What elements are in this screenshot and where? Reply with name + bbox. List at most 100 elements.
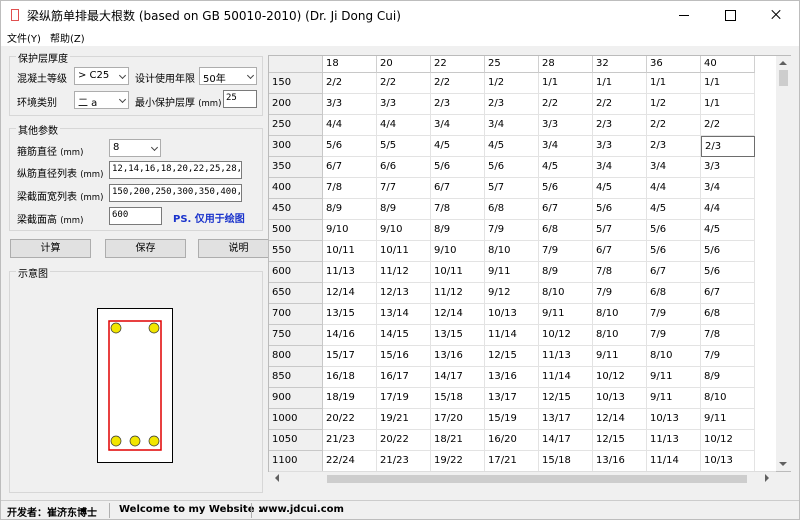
grid-cell[interactable]: 11/12 xyxy=(377,262,431,283)
grid-cell[interactable]: 5/7 xyxy=(593,220,647,241)
grid-cell[interactable]: 8/9 xyxy=(323,199,377,220)
grid-cell[interactable]: 18/21 xyxy=(431,430,485,451)
grid-cell[interactable]: 11/12 xyxy=(431,283,485,304)
grid-cell[interactable]: 6/7 xyxy=(431,178,485,199)
grid-cell[interactable]: 11/14 xyxy=(647,451,701,471)
grid-cell[interactable]: 17/21 xyxy=(485,451,539,471)
grid-cell[interactable]: 5/6 xyxy=(485,157,539,178)
grid-cell[interactable]: 8/9 xyxy=(431,220,485,241)
grid-cell[interactable]: 13/17 xyxy=(485,388,539,409)
grid-cell[interactable]: 10/12 xyxy=(701,430,755,451)
grid-cell[interactable]: 3/3 xyxy=(593,136,647,157)
grid-cell[interactable]: 20/22 xyxy=(377,430,431,451)
grid-cell[interactable]: 6/7 xyxy=(593,241,647,262)
grid-cell[interactable]: 6/7 xyxy=(701,283,755,304)
grid-cell[interactable]: 12/15 xyxy=(539,388,593,409)
grid-cell[interactable]: 9/11 xyxy=(485,262,539,283)
grid-cell[interactable]: 3/3 xyxy=(701,157,755,178)
grid-cell[interactable]: 8/10 xyxy=(485,241,539,262)
grid-cell[interactable]: 11/13 xyxy=(323,262,377,283)
grid-cell[interactable]: 7/9 xyxy=(539,241,593,262)
grid-cell[interactable]: 3/4 xyxy=(701,178,755,199)
min-cover-input[interactable]: 25 xyxy=(223,90,257,108)
save-button[interactable]: 保存 xyxy=(105,239,186,258)
grid-cell[interactable]: 10/12 xyxy=(593,367,647,388)
grid-cell[interactable]: 6/7 xyxy=(539,199,593,220)
help-button[interactable]: 说明 xyxy=(198,239,279,258)
grid-cell[interactable]: 3/4 xyxy=(485,115,539,136)
grid-cell[interactable]: 6/7 xyxy=(323,157,377,178)
grid-cell[interactable]: 8/10 xyxy=(539,283,593,304)
vertical-scrollbar[interactable] xyxy=(776,56,791,471)
grid-cell[interactable]: 3/3 xyxy=(539,115,593,136)
scroll-down-icon[interactable] xyxy=(779,462,787,470)
grid-cell[interactable]: 14/15 xyxy=(377,325,431,346)
grid-cell[interactable]: 9/10 xyxy=(377,220,431,241)
grid-cell[interactable]: 6/8 xyxy=(647,283,701,304)
grid-cell[interactable]: 1/2 xyxy=(485,73,539,94)
grid-cell[interactable]: 14/17 xyxy=(431,367,485,388)
grid-cell[interactable]: 8/10 xyxy=(647,346,701,367)
grid-cell[interactable]: 7/9 xyxy=(647,325,701,346)
grid-cell[interactable]: 7/7 xyxy=(377,178,431,199)
grid-cell[interactable]: 8/9 xyxy=(377,199,431,220)
grid-cell[interactable]: 5/6 xyxy=(647,220,701,241)
grid-cell[interactable]: 19/22 xyxy=(431,451,485,471)
grid-cell[interactable]: 15/17 xyxy=(323,346,377,367)
grid-cell[interactable]: 15/18 xyxy=(539,451,593,471)
grid-cell[interactable]: 10/11 xyxy=(431,262,485,283)
grid-cell[interactable]: 2/2 xyxy=(323,73,377,94)
grid-cell[interactable]: 5/6 xyxy=(647,241,701,262)
grid-cell[interactable]: 2/2 xyxy=(377,73,431,94)
grid-cell[interactable]: 6/8 xyxy=(485,199,539,220)
grid-cell[interactable]: 7/9 xyxy=(593,283,647,304)
grid-cell[interactable]: 9/10 xyxy=(323,220,377,241)
grid-cell[interactable]: 1/1 xyxy=(539,73,593,94)
grid-cell[interactable]: 4/4 xyxy=(377,115,431,136)
grid-cell[interactable]: 9/11 xyxy=(593,346,647,367)
grid-cell[interactable]: 7/8 xyxy=(431,199,485,220)
grid-cell[interactable]: 8/9 xyxy=(539,262,593,283)
grid-cell[interactable]: 9/11 xyxy=(647,367,701,388)
grid-cell[interactable]: 4/5 xyxy=(485,136,539,157)
grid-cell[interactable]: 2/2 xyxy=(539,94,593,115)
grid-cell[interactable]: 2/3 xyxy=(431,94,485,115)
grid-cell[interactable]: 4/5 xyxy=(539,157,593,178)
grid-cell[interactable]: 6/6 xyxy=(377,157,431,178)
grid-cell[interactable]: 3/4 xyxy=(431,115,485,136)
grid-cell[interactable]: 9/11 xyxy=(647,388,701,409)
grid-cell[interactable]: 7/9 xyxy=(701,346,755,367)
grid-cell[interactable]: 11/13 xyxy=(539,346,593,367)
grid-cell[interactable]: 17/19 xyxy=(377,388,431,409)
concrete-grade-select[interactable]: > C25 xyxy=(74,67,129,85)
horizontal-scroll-thumb[interactable] xyxy=(327,475,747,483)
grid-cell[interactable]: 4/5 xyxy=(431,136,485,157)
scroll-left-icon[interactable] xyxy=(271,474,279,482)
grid-cell[interactable]: 2/2 xyxy=(593,94,647,115)
grid-cell[interactable]: 12/14 xyxy=(431,304,485,325)
grid-cell[interactable]: 7/8 xyxy=(701,325,755,346)
grid-cell[interactable]: 5/6 xyxy=(701,262,755,283)
beam-height-input[interactable]: 600 xyxy=(109,207,162,225)
grid-cell[interactable]: 15/19 xyxy=(485,409,539,430)
grid-cell[interactable]: 7/8 xyxy=(323,178,377,199)
environment-select[interactable]: 二 a xyxy=(74,91,129,109)
grid-cell[interactable]: 8/10 xyxy=(593,304,647,325)
grid-cell[interactable]: 13/16 xyxy=(593,451,647,471)
grid-cell[interactable]: 12/14 xyxy=(323,283,377,304)
design-life-select[interactable]: 50年 xyxy=(199,67,257,85)
grid-cell[interactable]: 4/5 xyxy=(593,178,647,199)
grid-cell[interactable]: 13/14 xyxy=(377,304,431,325)
grid-cell[interactable]: 16/20 xyxy=(485,430,539,451)
grid-cell[interactable]: 8/10 xyxy=(701,388,755,409)
grid-cell[interactable]: 6/8 xyxy=(701,304,755,325)
grid-cell[interactable]: 3/4 xyxy=(647,157,701,178)
grid-cell[interactable]: 6/7 xyxy=(647,262,701,283)
grid-cell[interactable]: 9/12 xyxy=(485,283,539,304)
menu-file[interactable]: 文件(Y) xyxy=(7,30,41,45)
grid-cell[interactable]: 5/6 xyxy=(431,157,485,178)
grid-cell[interactable]: 10/12 xyxy=(539,325,593,346)
grid-cell[interactable]: 13/16 xyxy=(431,346,485,367)
close-button[interactable] xyxy=(753,1,799,29)
grid-cell[interactable]: 10/11 xyxy=(377,241,431,262)
